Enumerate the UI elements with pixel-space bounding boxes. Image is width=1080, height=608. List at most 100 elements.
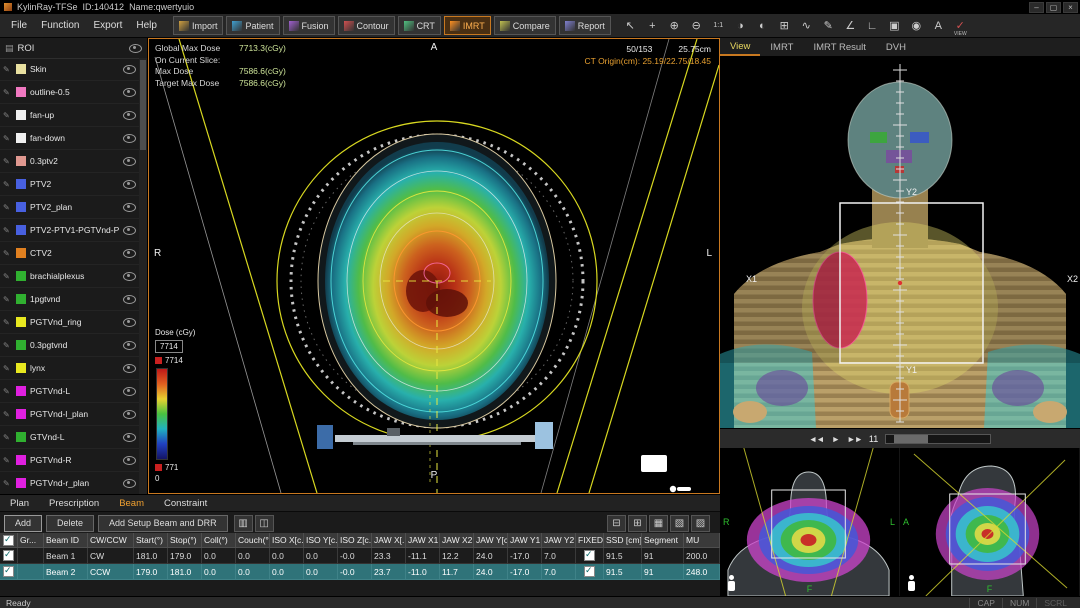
beam-checkbox[interactable] [3, 566, 14, 577]
roi-item[interactable]: ✎CTV2 [0, 242, 139, 265]
roi-visibility-eye-icon[interactable] [123, 88, 136, 97]
maximize-button[interactable]: ▢ [1046, 2, 1061, 13]
export-table-button[interactable]: ▦ [649, 515, 668, 532]
tool-zoom-out-button[interactable]: ⊖ [686, 16, 707, 36]
frame-slider[interactable] [885, 434, 991, 444]
roi-visibility-eye-icon[interactable] [123, 180, 136, 189]
fixed-checkbox[interactable] [584, 550, 595, 561]
roi-visibility-eye-icon[interactable] [123, 410, 136, 419]
select-all-checkbox[interactable] [3, 535, 14, 546]
menu-help[interactable]: Help [129, 20, 164, 31]
roi-scrollbar-thumb[interactable] [140, 60, 146, 150]
module-crt-button[interactable]: CRT [398, 16, 441, 35]
tool-invert-button[interactable]: ◐ [752, 16, 773, 36]
roi-visibility-eye-icon[interactable] [123, 387, 136, 396]
beam-checkbox[interactable] [3, 550, 14, 561]
module-import-button[interactable]: Import [173, 16, 224, 35]
tool-pencil-button[interactable]: ✎ [818, 16, 839, 36]
module-compare-button[interactable]: Compare [494, 16, 556, 35]
tool-annotate-button[interactable]: A [928, 16, 949, 36]
collapse-table-button[interactable]: ⊟ [607, 515, 626, 532]
roi-item[interactable]: ✎PGTVnd-L [0, 380, 139, 403]
module-contour-button[interactable]: Contour [338, 16, 395, 35]
roi-visibility-eye-icon[interactable] [123, 456, 136, 465]
roi-visibility-eye-icon[interactable] [123, 249, 136, 258]
beam-row[interactable]: Beam 1CW181.0179.00.00.00.00.0-0.023.3-1… [0, 548, 720, 564]
table-settings-button[interactable]: ▨ [691, 515, 710, 532]
sagittal-view[interactable]: A F [900, 448, 1080, 596]
roi-item[interactable]: ✎PGTVnd-R [0, 449, 139, 472]
tool-set-square-button[interactable]: ∟ [862, 16, 883, 36]
menu-file[interactable]: File [4, 20, 34, 31]
axial-view[interactable]: Global Max Dose7713.3(cGy) On Current Sl… [148, 38, 720, 494]
roi-scrollbar[interactable] [139, 58, 147, 494]
tool-pan-button[interactable]: + [642, 16, 663, 36]
tab-prescription[interactable]: Prescription [39, 498, 109, 509]
add-beam-button[interactable]: Add [4, 515, 42, 532]
roi-visibility-eye-icon[interactable] [123, 295, 136, 304]
roi-item[interactable]: ✎outline-0.5 [0, 81, 139, 104]
beam-row[interactable]: Beam 2CCW179.0181.00.00.00.00.0-0.023.7-… [0, 564, 720, 580]
menu-export[interactable]: Export [86, 20, 129, 31]
roi-item[interactable]: ✎PTV2 [0, 173, 139, 196]
roi-item[interactable]: ✎PGTVnd_ring [0, 311, 139, 334]
roi-visibility-eye-icon[interactable] [123, 65, 136, 74]
expand-table-button[interactable]: ⊞ [628, 515, 647, 532]
roi-item[interactable]: ✎Skin [0, 58, 139, 81]
tab-view[interactable]: View [720, 38, 760, 56]
beam-select-cell[interactable] [0, 564, 18, 580]
tool-view-check-button[interactable]: ✓VIEW [950, 16, 971, 36]
tab-imrt[interactable]: IMRT [760, 38, 803, 56]
tab-dvh[interactable]: DVH [876, 38, 916, 56]
add-setup-beam-drr-button[interactable]: Add Setup Beam and DRR [98, 515, 228, 532]
roi-item[interactable]: ✎lynx [0, 357, 139, 380]
tool-pointer-button[interactable]: ↖ [620, 16, 641, 36]
roi-item[interactable]: ✎PGTVnd-r_plan [0, 472, 139, 494]
roi-item[interactable]: ✎1pgtvnd [0, 288, 139, 311]
roi-visibility-eye-icon[interactable] [123, 341, 136, 350]
roi-visibility-eye-icon[interactable] [123, 318, 136, 327]
roi-item[interactable]: ✎0.3pgtvnd [0, 334, 139, 357]
tab-constraint[interactable]: Constraint [154, 498, 217, 509]
beam-fixed-cell[interactable] [576, 564, 604, 580]
module-patient-button[interactable]: Patient [226, 16, 279, 35]
roi-visibility-eye-icon[interactable] [123, 272, 136, 281]
coronal-view[interactable]: R L F [720, 448, 900, 596]
beam-fixed-cell[interactable] [576, 548, 604, 564]
roi-visibility-eye-icon[interactable] [123, 433, 136, 442]
beam-select-cell[interactable] [0, 548, 18, 564]
tab-imrt-result[interactable]: IMRT Result [803, 38, 875, 56]
delete-beam-button[interactable]: Delete [46, 515, 94, 532]
close-button[interactable]: × [1063, 2, 1078, 13]
roi-visibility-eye-icon[interactable] [123, 364, 136, 373]
roi-visibility-eye-icon[interactable] [123, 203, 136, 212]
beam-column-header[interactable] [0, 533, 18, 548]
module-fusion-button[interactable]: Fusion [283, 16, 335, 35]
roi-item[interactable]: ✎GTVnd-L [0, 426, 139, 449]
roi-item[interactable]: ✎fan-down [0, 127, 139, 150]
roi-item[interactable]: ✎0.3ptv2 [0, 150, 139, 173]
menu-function[interactable]: Function [34, 20, 86, 31]
roi-item[interactable]: ✎brachialplexus [0, 265, 139, 288]
module-report-button[interactable]: Report [559, 16, 611, 35]
tool-lock-button[interactable]: ▣ [884, 16, 905, 36]
paste-beam-button[interactable]: ◫ [255, 515, 274, 532]
minimize-button[interactable]: – [1029, 2, 1044, 13]
next-frame-button[interactable]: ►► [847, 434, 862, 444]
tab-plan[interactable]: Plan [0, 498, 39, 509]
roi-item[interactable]: ✎PTV2-PTV1-PGTVnd-PGTVn... [0, 219, 139, 242]
module-imrt-button[interactable]: IMRT [444, 16, 491, 35]
bev-view[interactable]: X1 X2 Y2 Y1 [720, 56, 1080, 428]
tool-angle-button[interactable]: ∠ [840, 16, 861, 36]
copy-beam-button[interactable]: ▥ [234, 515, 253, 532]
tool-capture-button[interactable]: ◉ [906, 16, 927, 36]
frame-slider-thumb[interactable] [894, 435, 928, 443]
roi-visibility-eye-icon[interactable] [123, 157, 136, 166]
roi-item[interactable]: ✎PGTVnd-l_plan [0, 403, 139, 426]
prev-frame-button[interactable]: ◄◄ [809, 434, 824, 444]
play-button[interactable]: ► [832, 434, 839, 444]
tool-actual-size-button[interactable]: 1:1 [708, 16, 729, 36]
roi-header-eye-icon[interactable] [129, 44, 142, 53]
roi-item[interactable]: ✎fan-up [0, 104, 139, 127]
tool-zoom-in-button[interactable]: ⊕ [664, 16, 685, 36]
